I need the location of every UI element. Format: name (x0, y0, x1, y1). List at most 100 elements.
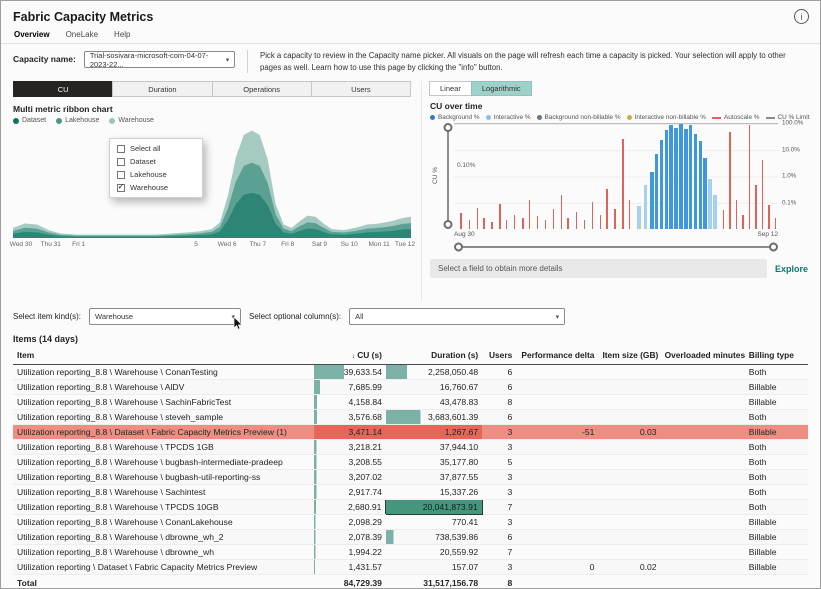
cell-duration[interactable]: 157.07 (386, 560, 482, 575)
cell-billing-type[interactable]: Billable (745, 560, 808, 575)
cell-users[interactable]: 5 (482, 455, 516, 470)
table-row[interactable]: Utilization reporting_8.8 \ Warehouse \ … (13, 395, 808, 410)
cell-duration[interactable]: 770.41 (386, 515, 482, 530)
tab-onelake[interactable]: OneLake (66, 30, 98, 39)
cell-cu[interactable]: 2,078.39 (314, 530, 386, 545)
cell-performance-delta[interactable] (516, 515, 598, 530)
cell-duration[interactable]: 1,267.67 (386, 425, 482, 440)
cu-bar-auto[interactable] (561, 195, 563, 230)
cell-cu[interactable]: 4,158.84 (314, 395, 386, 410)
cu-bar-bg[interactable] (674, 128, 678, 230)
info-icon[interactable]: i (794, 9, 809, 24)
cell-item[interactable]: Utilization reporting_8.8 \ Warehouse \ … (13, 410, 314, 425)
cell-overloaded-minutes[interactable] (661, 515, 745, 530)
cell-billing-type[interactable]: Billable (745, 530, 808, 545)
cu-bar-auto[interactable] (529, 200, 531, 229)
cell-performance-delta[interactable] (516, 530, 598, 545)
cell-billing-type[interactable]: Billable (745, 425, 808, 440)
y-range-slider[interactable] (441, 123, 454, 229)
cu-bar-auto[interactable] (576, 212, 578, 230)
cell-performance-delta[interactable] (516, 440, 598, 455)
scale-button-logarithmic[interactable]: Logarithmic (471, 81, 532, 96)
cell-duration[interactable]: 2,258,050.48 (386, 365, 482, 380)
cu-bar-auto[interactable] (522, 218, 524, 230)
cell-users[interactable]: 6 (482, 410, 516, 425)
cu-bar-auto[interactable] (499, 204, 501, 229)
cu-bar-bg[interactable] (703, 158, 707, 229)
cell-duration[interactable]: 15,337.26 (386, 485, 482, 500)
cell-performance-delta[interactable] (516, 545, 598, 560)
cell-performance-delta[interactable]: 0 (516, 560, 598, 575)
cu-bar-auto[interactable] (600, 215, 602, 230)
cu-bar-auto[interactable] (755, 185, 757, 229)
legend-item-interactive-non-billable[interactable]: Interactive non-billable % (627, 114, 706, 121)
cell-item[interactable]: Utilization reporting_8.8 \ Warehouse \ … (13, 485, 314, 500)
table-row[interactable]: Utilization reporting_8.8 \ Warehouse \ … (13, 455, 808, 470)
column-header-performance-delta[interactable]: Performance delta (516, 347, 598, 365)
cu-bar-auto[interactable] (477, 208, 479, 229)
table-row[interactable]: Utilization reporting_8.8 \ Warehouse \ … (13, 530, 808, 545)
table-row[interactable]: Utilization reporting_8.8 \ Warehouse \ … (13, 410, 808, 425)
cell-duration[interactable]: 37,944.10 (386, 440, 482, 455)
cell-cu[interactable]: 7,685.99 (314, 380, 386, 395)
cell-users[interactable]: 7 (482, 545, 516, 560)
cell-users[interactable]: 3 (482, 560, 516, 575)
cu-bar-auto[interactable] (553, 209, 555, 229)
filter-option-warehouse[interactable]: Warehouse (110, 181, 202, 194)
cell-users[interactable]: 7 (482, 500, 516, 515)
scale-button-linear[interactable]: Linear (429, 81, 472, 96)
cell-item-size[interactable] (598, 530, 660, 545)
cell-overloaded-minutes[interactable] (661, 455, 745, 470)
cell-billing-type[interactable]: Both (745, 365, 808, 380)
cu-bar-auto[interactable] (622, 139, 624, 229)
explore-button[interactable]: Explore (775, 264, 810, 274)
cell-billing-type[interactable]: Both (745, 440, 808, 455)
item-kind-select[interactable]: Warehouse ▾ (89, 308, 241, 325)
column-header-users[interactable]: Users (482, 347, 516, 365)
cell-item-size[interactable]: 0.02 (598, 560, 660, 575)
cell-overloaded-minutes[interactable] (661, 395, 745, 410)
cell-overloaded-minutes[interactable] (661, 500, 745, 515)
cell-item[interactable]: Utilization reporting_8.8 \ Warehouse \ … (13, 455, 314, 470)
column-header-billing-type[interactable]: Billing type (745, 347, 808, 365)
cell-overloaded-minutes[interactable] (661, 380, 745, 395)
cell-cu[interactable]: 3,218.21 (314, 440, 386, 455)
cell-item-size[interactable] (598, 380, 660, 395)
cell-cu[interactable]: 2,098.29 (314, 515, 386, 530)
checkbox-dataset[interactable] (117, 158, 125, 166)
cell-billing-type[interactable]: Both (745, 485, 808, 500)
tab-overview[interactable]: Overview (14, 30, 50, 39)
cell-item[interactable]: Utilization reporting_8.8 \ Warehouse \ … (13, 470, 314, 485)
table-row[interactable]: Utilization reporting_8.8 \ Warehouse \ … (13, 545, 808, 560)
table-row[interactable]: Utilization reporting_8.8 \ Dataset \ Fa… (13, 425, 808, 440)
cell-duration[interactable]: 738,539.86 (386, 530, 482, 545)
cu-bar-bg[interactable] (665, 130, 669, 230)
cell-item-size[interactable] (598, 545, 660, 560)
cu-bar-auto[interactable] (491, 222, 493, 229)
cell-duration[interactable]: 20,041,873.91 (386, 500, 482, 515)
cell-performance-delta[interactable] (516, 485, 598, 500)
cu-bar-auto[interactable] (567, 218, 569, 230)
cu-bar-auto[interactable] (460, 213, 462, 230)
cu-bar-bg[interactable] (679, 124, 683, 229)
cell-item[interactable]: Utilization reporting \ Dataset \ Fabric… (13, 560, 314, 575)
cu-bar-auto[interactable] (749, 125, 751, 229)
cell-overloaded-minutes[interactable] (661, 560, 745, 575)
slider-handle-left[interactable] (454, 242, 463, 251)
metric-tab-duration[interactable]: Duration (112, 81, 212, 97)
legend-item-background-non-billable[interactable]: Background non-billable % (537, 114, 621, 121)
details-field-well[interactable]: Select a field to obtain more details (430, 259, 767, 278)
cell-overloaded-minutes[interactable] (661, 425, 745, 440)
cell-performance-delta[interactable] (516, 455, 598, 470)
table-row[interactable]: Utilization reporting_8.8 \ Warehouse \ … (13, 440, 808, 455)
table-row[interactable]: Utilization reporting_8.8 \ Warehouse \ … (13, 380, 808, 395)
checkbox-warehouse[interactable] (117, 184, 125, 192)
filter-option-lakehouse[interactable]: Lakehouse (110, 168, 202, 181)
table-row[interactable]: Utilization reporting_8.8 \ Warehouse \ … (13, 515, 808, 530)
cell-item[interactable]: Utilization reporting_8.8 \ Dataset \ Fa… (13, 425, 314, 440)
cell-item[interactable]: Utilization reporting_8.8 \ Warehouse \ … (13, 500, 314, 515)
cell-duration[interactable]: 16,760.67 (386, 380, 482, 395)
cu-bar-auto[interactable] (514, 215, 516, 230)
cell-users[interactable]: 8 (482, 395, 516, 410)
cell-item-size[interactable] (598, 515, 660, 530)
